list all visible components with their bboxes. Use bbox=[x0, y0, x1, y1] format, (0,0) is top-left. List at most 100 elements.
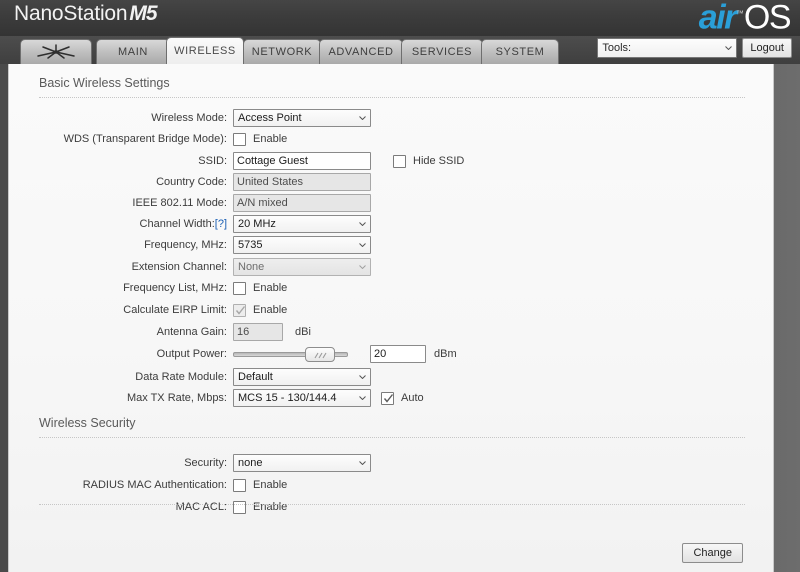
wds-enable-label: Enable bbox=[253, 132, 288, 145]
row-frequency: Frequency, MHz: 5735 bbox=[9, 235, 773, 255]
output-power-input[interactable]: 20 bbox=[370, 345, 426, 363]
max-tx-rate-select[interactable]: MCS 15 - 130/144.4 bbox=[233, 389, 371, 407]
extension-channel-value: None bbox=[238, 261, 265, 273]
row-frequency-list: Frequency List, MHz: Enable bbox=[9, 278, 773, 298]
row-ieee-mode: IEEE 802.11 Mode: A/N mixed bbox=[9, 193, 773, 213]
row-wds: WDS (Transparent Bridge Mode): Enable bbox=[9, 129, 773, 149]
tab-main-label: MAIN bbox=[118, 46, 148, 58]
frequency-list-label: Enable bbox=[253, 281, 288, 294]
channel-width-help-link[interactable]: [?] bbox=[215, 218, 227, 230]
frequency-select[interactable]: 5735 bbox=[233, 236, 371, 254]
ssid-input[interactable]: Cottage Guest bbox=[233, 152, 371, 170]
device-name: NanoStation bbox=[14, 2, 128, 25]
tools-dropdown[interactable]: Tools: bbox=[597, 38, 738, 58]
row-max-tx-rate: Max TX Rate, Mbps: MCS 15 - 130/144.4 Au… bbox=[9, 388, 773, 408]
label-wds: WDS (Transparent Bridge Mode): bbox=[63, 133, 227, 145]
hide-ssid-label: Hide SSID bbox=[413, 154, 465, 167]
chevron-down-icon bbox=[359, 396, 366, 400]
mac-acl-label: Enable bbox=[253, 500, 288, 513]
tab-main[interactable]: MAIN bbox=[96, 39, 170, 64]
hide-ssid-checkbox[interactable] bbox=[393, 154, 406, 168]
country-code-input: United States bbox=[233, 173, 371, 191]
extension-channel-select: None bbox=[233, 258, 371, 276]
tab-system-label: SYSTEM bbox=[495, 46, 545, 58]
label-output-power: Output Power: bbox=[156, 348, 227, 360]
chevron-down-icon bbox=[359, 375, 366, 379]
label-data-rate-module: Data Rate Module: bbox=[135, 371, 227, 383]
max-tx-rate-auto-checkbox[interactable] bbox=[381, 391, 394, 405]
airos-logo-os: OS bbox=[743, 0, 792, 37]
logout-button[interactable]: Logout bbox=[742, 38, 792, 58]
tab-services-label: SERVICES bbox=[411, 46, 473, 58]
row-extension-channel: Extension Channel: None bbox=[9, 257, 773, 277]
label-country-code: Country Code: bbox=[156, 176, 227, 188]
wireless-mode-select[interactable]: Access Point bbox=[233, 109, 371, 127]
output-power-slider[interactable] bbox=[233, 345, 348, 363]
label-frequency-list: Frequency List, MHz: bbox=[123, 282, 227, 294]
tab-system[interactable]: SYSTEM bbox=[481, 39, 559, 64]
channel-width-select[interactable]: 20 MHz bbox=[233, 215, 371, 233]
frequency-list-checkbox[interactable] bbox=[233, 281, 246, 295]
row-mac-acl: MAC ACL: Enable bbox=[9, 497, 773, 517]
label-mac-acl: MAC ACL: bbox=[175, 501, 227, 513]
checkmark-icon bbox=[383, 393, 394, 403]
eirp-checkbox bbox=[233, 303, 246, 317]
change-button-label: Change bbox=[693, 547, 732, 559]
eirp-label: Enable bbox=[253, 303, 288, 316]
label-eirp: Calculate EIRP Limit: bbox=[123, 304, 227, 316]
row-country-code: Country Code: United States bbox=[9, 172, 773, 192]
label-channel-width: Channel Width:[?] bbox=[9, 214, 227, 234]
change-button[interactable]: Change bbox=[682, 543, 743, 563]
tab-ubiquiti-home[interactable] bbox=[20, 39, 92, 64]
chevron-down-icon bbox=[359, 222, 366, 226]
frequency-value: 5735 bbox=[238, 239, 263, 251]
label-max-tx-rate: Max TX Rate, Mbps: bbox=[126, 392, 227, 404]
section-title-security: Wireless Security bbox=[39, 416, 136, 430]
label-frequency: Frequency, MHz: bbox=[144, 239, 227, 251]
tab-network[interactable]: NETWORK bbox=[243, 39, 321, 64]
mac-acl-checkbox[interactable] bbox=[233, 500, 246, 514]
device-model: M5 bbox=[129, 2, 157, 25]
row-security: Security: none bbox=[9, 453, 773, 473]
header-toolbar: Tools: Logout bbox=[597, 38, 792, 58]
grip-lines-icon bbox=[314, 352, 327, 359]
row-output-power: Output Power: 20 dBm bbox=[9, 343, 773, 365]
chevron-down-icon bbox=[725, 46, 733, 50]
wds-enable-checkbox[interactable] bbox=[233, 132, 246, 146]
wireless-mode-value: Access Point bbox=[238, 112, 302, 124]
output-power-slider-handle[interactable] bbox=[305, 347, 335, 362]
section-title-basic: Basic Wireless Settings bbox=[39, 76, 170, 90]
label-antenna-gain: Antenna Gain: bbox=[156, 326, 227, 338]
radius-mac-auth-checkbox[interactable] bbox=[233, 478, 246, 492]
row-antenna-gain: Antenna Gain: 16 dBi bbox=[9, 322, 773, 342]
row-channel-width: Channel Width:[?] 20 MHz bbox=[9, 214, 773, 234]
antenna-gain-unit: dBi bbox=[295, 326, 311, 338]
label-ieee-mode: IEEE 802.11 Mode: bbox=[132, 197, 227, 209]
security-select[interactable]: none bbox=[233, 454, 371, 472]
checkmark-icon bbox=[235, 305, 246, 315]
tab-wireless[interactable]: WIRELESS bbox=[166, 37, 244, 64]
max-tx-rate-value: MCS 15 - 130/144.4 bbox=[238, 392, 337, 404]
airos-window: NanoStationM5 air™OS MAIN WIRELESS NETWO… bbox=[0, 0, 800, 572]
label-radius-mac-auth: RADIUS MAC Authentication: bbox=[82, 479, 227, 491]
footer-divider bbox=[39, 504, 745, 505]
tab-services[interactable]: SERVICES bbox=[401, 39, 483, 64]
chevron-down-icon bbox=[359, 461, 366, 465]
max-tx-rate-auto-label: Auto bbox=[401, 391, 424, 404]
antenna-gain-value: 16 bbox=[237, 326, 250, 338]
tab-advanced-label: ADVANCED bbox=[328, 46, 394, 58]
country-code-value: United States bbox=[237, 176, 304, 188]
row-eirp: Calculate EIRP Limit: Enable bbox=[9, 300, 773, 320]
tab-advanced[interactable]: ADVANCED bbox=[319, 39, 403, 64]
row-data-rate-module: Data Rate Module: Default bbox=[9, 367, 773, 387]
data-rate-module-select[interactable]: Default bbox=[233, 368, 371, 386]
device-brand: NanoStationM5 bbox=[14, 2, 158, 26]
wireless-settings-panel: Basic Wireless Settings Wireless Mode: A… bbox=[8, 64, 774, 572]
ieee-mode-value: A/N mixed bbox=[237, 197, 288, 209]
ubiquiti-logo-icon bbox=[37, 44, 75, 59]
antenna-gain-input: 16 bbox=[233, 323, 283, 341]
airos-logo-air: air bbox=[698, 0, 738, 37]
ssid-input-value: Cottage Guest bbox=[237, 155, 308, 167]
output-power-value: 20 bbox=[374, 348, 387, 360]
row-radius-mac-auth: RADIUS MAC Authentication: Enable bbox=[9, 475, 773, 495]
